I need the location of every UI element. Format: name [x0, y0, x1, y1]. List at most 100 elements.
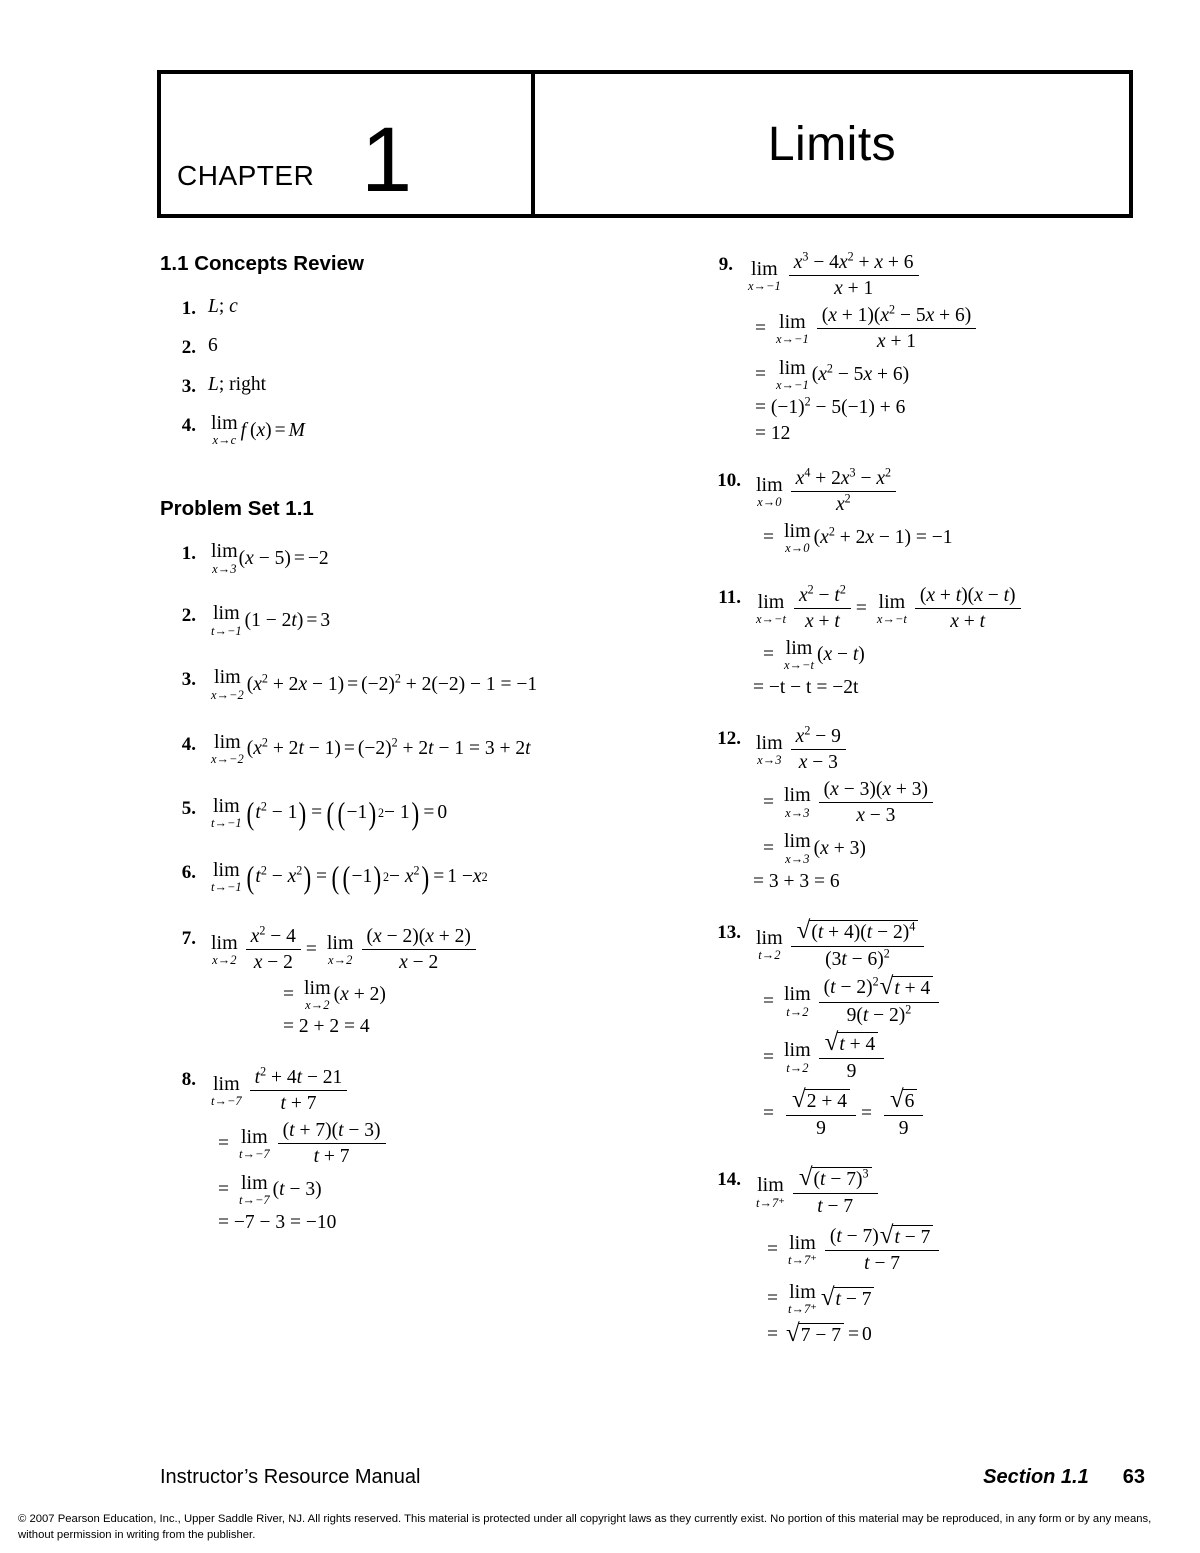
limit-operator: lim x→0	[756, 473, 783, 510]
item-number: 14.	[717, 1169, 741, 1191]
limit-operator: lim t→2	[784, 983, 811, 1019]
limit-operator: lim x→−t	[876, 590, 907, 627]
item-number: 12.	[717, 727, 741, 749]
list-item: 1. lim x→3 (x − 5) = −2	[160, 541, 630, 579]
limit-operator: lim t→7⁺	[756, 1174, 785, 1210]
list-item: 10. lim x→0 x4 + 2x3 − x2 x2 = lim x→0 (x2…	[697, 465, 1167, 559]
list-item: 8. lim t→−7 t2 + 4t − 21 t + 7 = lim t→−7 …	[160, 1065, 630, 1237]
item-number: 4.	[181, 733, 196, 755]
footer-section-label: Section 1.1	[983, 1466, 1089, 1488]
limit-operator: lim x→−2	[211, 666, 244, 702]
item-number: 4.	[181, 415, 196, 436]
item-solution: lim t→−1 (t2 − x2) =((−1) 2 − x2) = 1 − x2	[211, 858, 488, 895]
limit-operator: lim x→−t	[784, 636, 814, 673]
limit-operator: lim x→−2	[211, 730, 244, 766]
item-answer: 6	[208, 335, 218, 356]
item-number: 3.	[181, 669, 196, 691]
item-solution: lim x→−2 (x2 + 2t − 1) = (−2)2 + 2t − 1 = 3…	[211, 730, 531, 766]
limit-operator: lim t→−7	[239, 1171, 270, 1208]
item-number: 11.	[718, 586, 741, 608]
copyright-notice: © 2007 Pearson Education, Inc., Upper Sa…	[18, 1513, 1152, 1542]
item-solution: lim x→−1 x3 − 4x2 + x + 6 x + 1 = lim x→−1…	[745, 250, 1167, 448]
left-column: 1.1 Concepts Review 1. L; c 2. 6 3. L; r…	[160, 252, 630, 1252]
item-number: 10.	[717, 469, 741, 491]
limit-operator: lim x→3	[211, 540, 238, 576]
concepts-review-heading: 1.1 Concepts Review	[160, 252, 364, 275]
chapter-header-right-cell: Limits	[535, 74, 1129, 214]
list-item: 14. lim t→7⁺ √ (t − 7)3 t − 7 = lim t→7⁺ (t…	[697, 1165, 1167, 1351]
limit-operator: lim x→−t	[756, 590, 786, 627]
item-solution: lim t→2 √ (t + 4)(t − 2)4 (3t − 6)2 = lim…	[753, 918, 1167, 1144]
limit-operator: lim t→−7	[239, 1125, 270, 1162]
radical: √ 2 + 4	[792, 1087, 850, 1114]
chapter-header-left-cell: CHAPTER 1	[161, 74, 535, 214]
item-solution: lim x→−t x2 − t2 x + t = lim x→−t (x + t)(…	[753, 583, 1167, 702]
list-item: 11. lim x→−t x2 − t2 x + t = lim x→−t (x +…	[697, 583, 1167, 702]
item-number: 8.	[181, 1068, 196, 1090]
limit-operator: lim t→−1	[211, 794, 242, 831]
fraction: √ (t − 7)3 t − 7	[792, 1165, 878, 1218]
fraction: (t − 7) √ t − 7 t − 7	[824, 1223, 940, 1276]
item-solution: lim x→0 x4 + 2x3 − x2 x2 = lim x→0 (x2 + 2…	[756, 465, 953, 556]
item-number: 13.	[717, 921, 741, 943]
radical: √ t + 4	[825, 1030, 879, 1057]
limit-operator: lim t→7⁺	[788, 1280, 817, 1317]
item-solution: lim x→−2 (x2 + 2x − 1) = (−2)2 + 2(−2) − 1 …	[211, 666, 538, 702]
fraction: √ 6 9	[883, 1087, 924, 1140]
list-item: 4. lim x→c f (x) = M	[160, 413, 630, 451]
item-number: 7.	[181, 927, 196, 949]
radical: √ 7 − 7	[786, 1321, 844, 1348]
item-solution: lim x→3 x2 − 9 x − 3 = lim x→3 (x − 3)(x +…	[753, 724, 1167, 896]
problem-set-heading: Problem Set 1.1	[160, 497, 314, 521]
item-solution: lim t→−1 (t2 − 1) =((−1) 2 − 1) = 0	[211, 794, 448, 831]
list-item: 3. L; right	[160, 374, 630, 398]
limit-operator: lim x→−1	[776, 310, 809, 347]
fraction: (t − 2)2 √ t + 4 9(t − 2)2	[818, 974, 940, 1027]
item-solution: lim x→3 (x − 5) = −2	[211, 540, 329, 576]
item-solution: lim t→7⁺ √ (t − 7)3 t − 7 = lim t→7⁺ (t − 7…	[753, 1165, 1167, 1351]
list-item: 6. lim t→−1 (t2 − x2) =((−1) 2 − x2) = 1 − x2	[160, 858, 630, 898]
limit-operator: lim x→3	[784, 784, 811, 820]
item-solution: lim t→−7 t2 + 4t − 21 t + 7 = lim t→−7 (t …	[208, 1065, 630, 1237]
footer-page-number: 63	[1122, 1466, 1145, 1488]
fraction: √ (t + 4)(t − 2)4 (3t − 6)2	[790, 918, 925, 971]
radical: √ 6	[890, 1087, 918, 1114]
fraction: x2 − 9 x − 3	[790, 724, 846, 775]
limit-operator: lim x→2	[326, 931, 354, 968]
list-item: 12. lim x→3 x2 − 9 x − 3 = lim x→3 (x − 3)…	[697, 724, 1167, 896]
list-item: 5. lim t→−1 (t2 − 1) =((−1) 2 − 1) = 0	[160, 794, 630, 834]
radical: √ t + 4	[880, 974, 934, 1001]
item-number: 6.	[181, 861, 196, 883]
item-number: 3.	[181, 376, 196, 397]
fraction: (x + t)(x − t) x + t	[914, 585, 1021, 634]
chapter-label: CHAPTER	[177, 160, 315, 191]
item-answer: L; c	[208, 296, 238, 317]
limit-operator: lim x→3	[784, 830, 811, 866]
item-answer: L; right	[208, 374, 266, 395]
fraction: t2 + 4t − 21 t + 7	[249, 1065, 348, 1116]
item-number: 2.	[181, 605, 196, 627]
radical: √ t − 7	[880, 1223, 934, 1250]
item-solution: lim x→2 x2 − 4 x − 2 = lim x→2 (x − 2)(x +…	[208, 924, 630, 1041]
limit-operator: lim x→2	[304, 976, 331, 1013]
fraction: √ t + 4 9	[818, 1030, 885, 1083]
fraction: √ 2 + 4 9	[786, 1087, 856, 1140]
list-item: 2. lim t→−1 (1 − 2t) = 3	[160, 603, 630, 641]
fraction: x3 − 4x2 + x + 6 x + 1	[788, 250, 919, 301]
item-number: 9.	[718, 254, 733, 275]
limit-operator: lim x→0	[784, 519, 811, 556]
limit-operator: lim t→−1	[211, 858, 242, 895]
limit-operator: lim t→−7	[211, 1072, 242, 1109]
limit-operator: lim x→3	[756, 731, 783, 768]
item-solution: lim t→−1 (1 − 2t) = 3	[211, 602, 331, 638]
list-item: 2. 6	[160, 335, 630, 359]
radical: √ (t − 7)3	[799, 1165, 872, 1192]
radical: √ (t + 4)(t − 2)4	[797, 918, 919, 945]
limit-operator: lim x→2	[211, 931, 238, 968]
list-item: 9. lim x→−1 x3 − 4x2 + x + 6 x + 1 = lim x…	[697, 250, 1167, 448]
chapter-number: 1	[361, 109, 413, 211]
item-number: 5.	[181, 797, 196, 819]
limit-operator: lim t→7⁺	[788, 1231, 817, 1267]
fraction: (t + 7)(t − 3) t + 7	[277, 1120, 386, 1169]
limit-operator: lim x→c	[211, 412, 238, 448]
